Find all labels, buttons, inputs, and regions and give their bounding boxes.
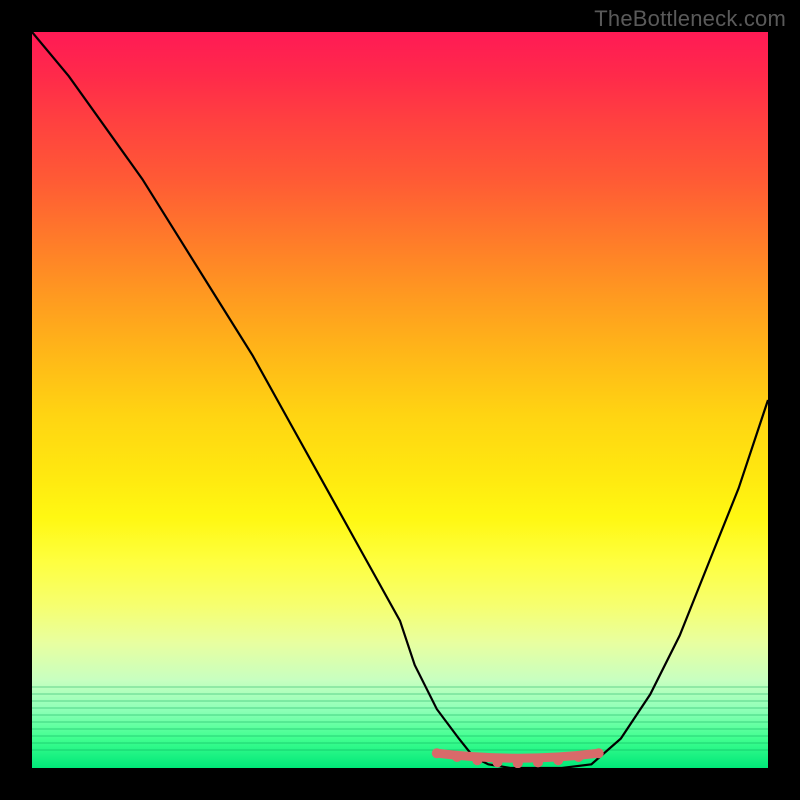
gradient-background (32, 32, 768, 768)
chart-frame: TheBottleneck.com (0, 0, 800, 800)
plot-area (32, 32, 768, 768)
watermark-text: TheBottleneck.com (594, 6, 786, 32)
